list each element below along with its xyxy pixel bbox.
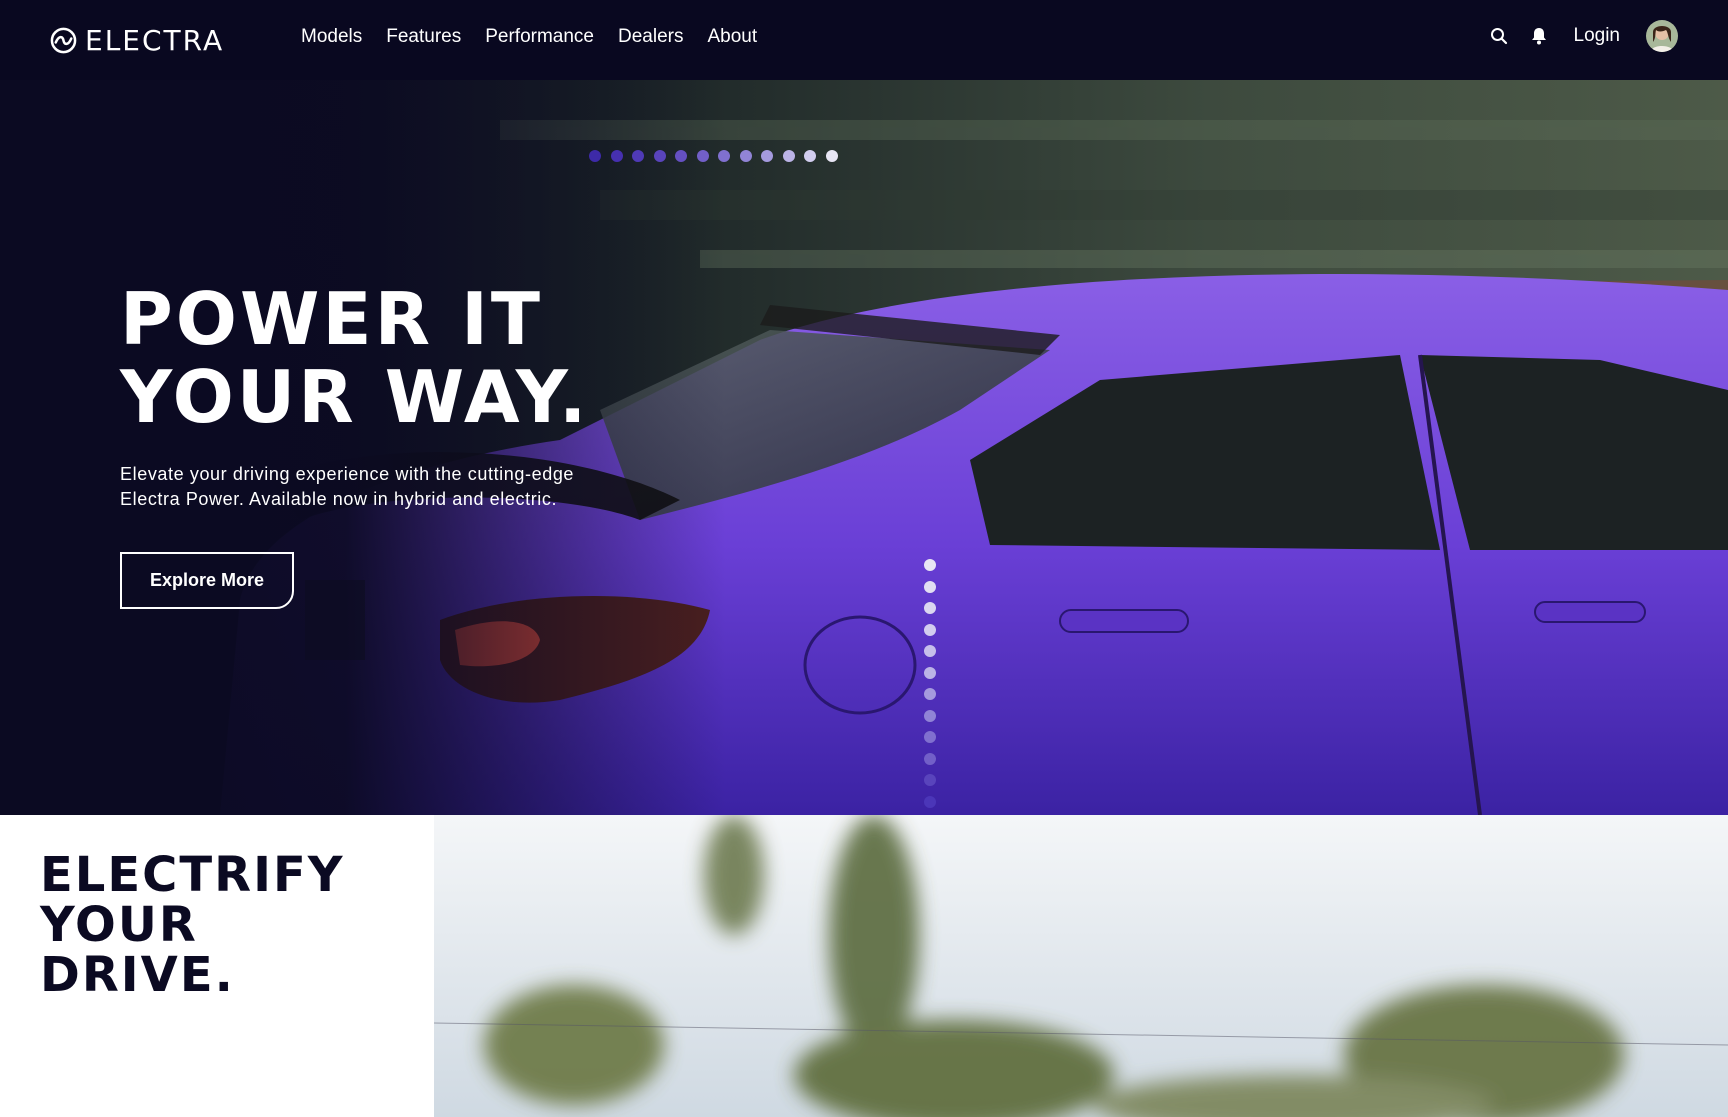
carousel-dot[interactable]	[924, 559, 936, 571]
carousel-dot[interactable]	[696, 150, 709, 162]
carousel-dot[interactable]	[924, 602, 936, 614]
carousel-dots-vertical	[924, 559, 936, 808]
nav-link-dealers[interactable]: Dealers	[618, 26, 683, 48]
section-title-line: YOUR	[40, 897, 198, 953]
carousel-dots-horizontal	[589, 150, 838, 162]
carousel-dot[interactable]	[825, 150, 838, 162]
bell-icon	[1531, 28, 1546, 45]
nav-link-about[interactable]: About	[708, 26, 758, 48]
carousel-dot[interactable]	[924, 688, 936, 700]
carousel-dot[interactable]	[924, 731, 936, 743]
hero-section: POWER IT YOUR WAY. Elevate your driving …	[0, 80, 1728, 815]
section-title: ELECTRIFY YOUR DRIVE.	[40, 850, 345, 1000]
carousel-dot[interactable]	[924, 623, 936, 636]
explore-more-button[interactable]: Explore More	[120, 552, 294, 609]
brand-logo[interactable]: ELECTRA	[50, 23, 225, 57]
carousel-dot[interactable]	[589, 150, 601, 162]
carousel-dot[interactable]	[924, 774, 936, 786]
nav-link-models[interactable]: Models	[301, 26, 362, 48]
avatar[interactable]	[1646, 20, 1678, 52]
electrify-section: ELECTRIFY YOUR DRIVE.	[0, 815, 1728, 1117]
carousel-dot[interactable]	[924, 709, 936, 722]
hero-subtitle: Elevate your driving experience with the…	[120, 464, 575, 509]
nav-link-performance[interactable]: Performance	[485, 26, 594, 48]
hero-content: POWER IT YOUR WAY. Elevate your driving …	[120, 280, 620, 609]
section-landscape-image	[434, 815, 1728, 1117]
nav-link-features[interactable]: Features	[386, 26, 461, 48]
top-navbar: ELECTRA Models Features Performance Deal…	[0, 0, 1728, 80]
section-title-line: DRIVE.	[40, 947, 235, 1003]
search-button[interactable]	[1488, 25, 1510, 47]
carousel-dot[interactable]	[675, 150, 687, 162]
carousel-dot[interactable]	[924, 645, 936, 657]
search-icon	[1490, 28, 1507, 45]
hero-title: POWER IT YOUR WAY.	[120, 280, 620, 436]
main-nav: Models Features Performance Dealers Abou…	[301, 26, 757, 48]
carousel-dot[interactable]	[718, 150, 730, 162]
carousel-dot[interactable]	[924, 666, 936, 679]
login-link[interactable]: Login	[1574, 25, 1621, 47]
blurred-trees-image	[434, 815, 1728, 1117]
hero-title-line: YOUR WAY.	[120, 355, 590, 439]
carousel-dot[interactable]	[632, 150, 644, 162]
nav-actions: Login	[1488, 20, 1678, 52]
carousel-dot[interactable]	[761, 150, 773, 162]
notifications-button[interactable]	[1528, 25, 1550, 47]
carousel-dot[interactable]	[610, 150, 623, 162]
hero-title-line: POWER IT	[120, 277, 543, 361]
carousel-dot[interactable]	[924, 752, 936, 765]
section-title-line: ELECTRIFY	[40, 847, 345, 903]
carousel-dot[interactable]	[804, 150, 816, 162]
brand-name: ELECTRA	[85, 23, 225, 57]
user-avatar-image	[1646, 20, 1678, 52]
carousel-dot[interactable]	[782, 150, 795, 162]
carousel-dot[interactable]	[924, 580, 936, 593]
carousel-dot[interactable]	[739, 150, 752, 162]
carousel-dot[interactable]	[924, 795, 936, 808]
carousel-dot[interactable]	[653, 150, 666, 162]
electra-logo-icon	[50, 27, 77, 53]
